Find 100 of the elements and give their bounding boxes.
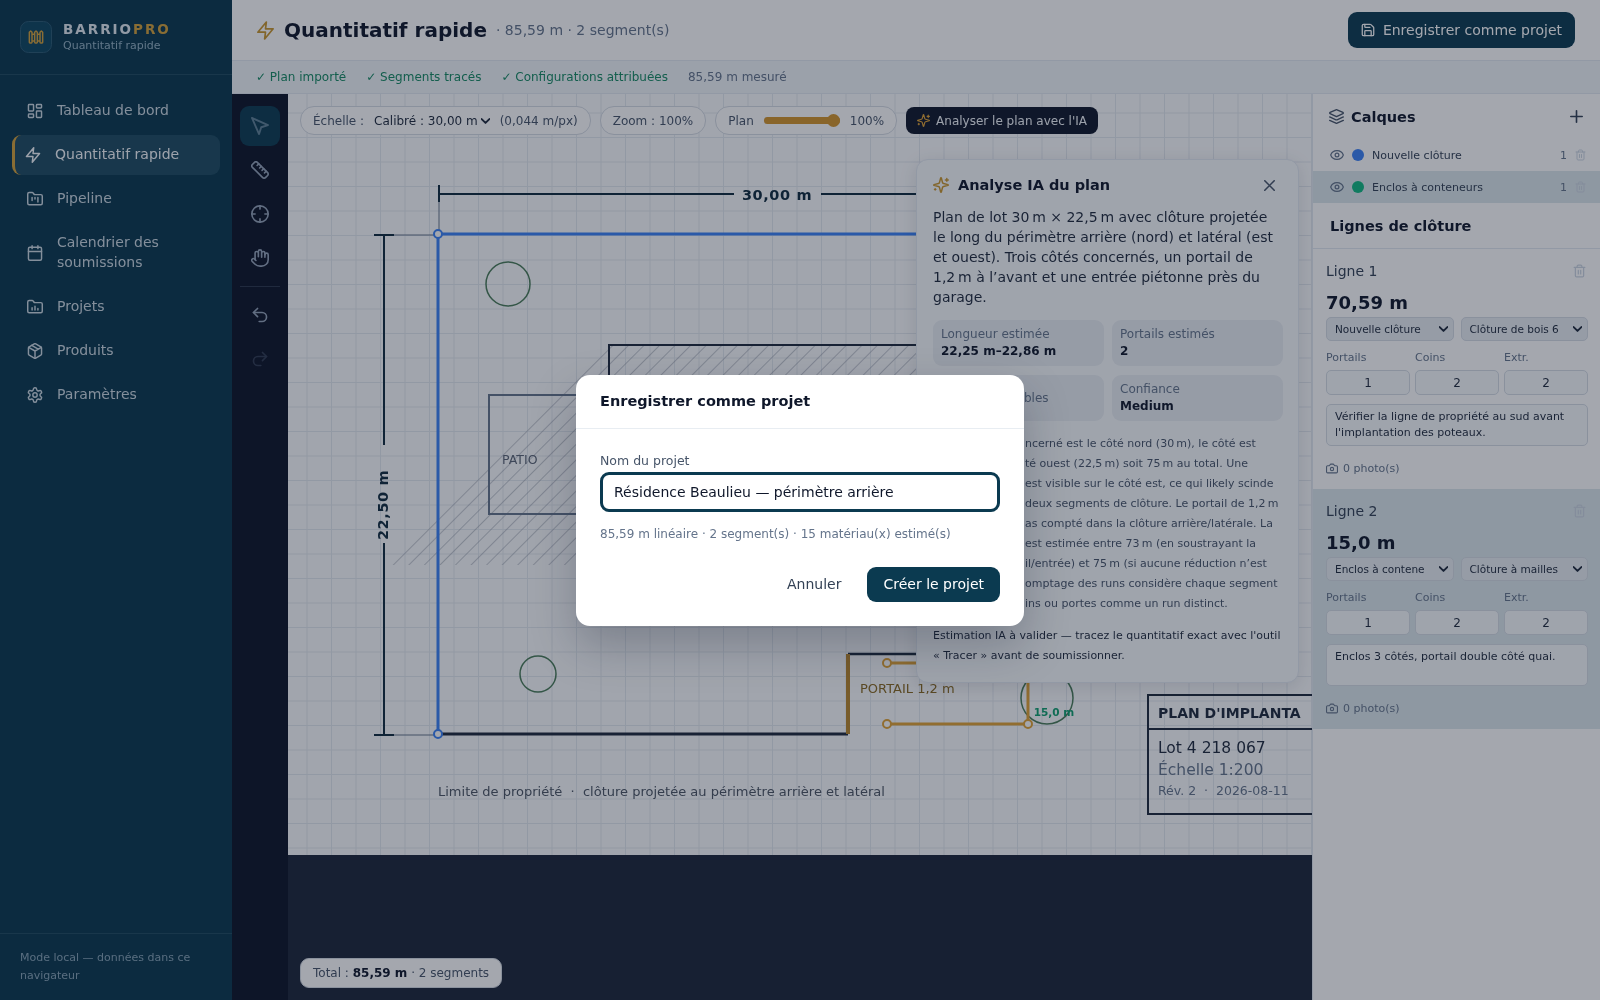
nav-item[interactable]: Paramètres	[12, 374, 220, 415]
plan-caption: Limite de propriété · clôture projetée au périmètre arrière et latéral	[438, 784, 885, 799]
layer-count: 1	[1560, 180, 1567, 194]
gear-icon	[27, 386, 43, 403]
chevron-down-icon	[1438, 566, 1448, 572]
field-label: Extr.	[1504, 590, 1530, 606]
stat-value: 2	[1120, 344, 1130, 359]
stat-label: Longueur estimée	[941, 327, 1051, 342]
vertex-handle[interactable]	[433, 729, 443, 739]
number-field[interactable]: 2	[1415, 370, 1499, 395]
photo-count: 0 photo(s)	[1343, 461, 1400, 475]
lightning-icon	[25, 147, 41, 163]
gate-label: PORTAIL 1,2 m	[860, 681, 955, 696]
close-icon[interactable]	[1264, 179, 1275, 191]
camera-icon	[1326, 462, 1338, 474]
number-field[interactable]: 2	[1504, 370, 1588, 395]
number-field[interactable]: 1	[1326, 370, 1410, 395]
product-select[interactable]: Clôture de bois 6	[1460, 317, 1588, 341]
eye-icon[interactable]	[1330, 150, 1344, 160]
create-project-button[interactable]: Créer le projet	[867, 566, 1000, 602]
slider-thumb[interactable]	[826, 114, 840, 127]
field-label: Coins	[1415, 350, 1447, 366]
trash-icon[interactable]	[1575, 149, 1586, 161]
layer-item[interactable]: Nouvelle clôture 1	[1313, 139, 1600, 171]
number-field[interactable]: 1	[1326, 610, 1410, 635]
tool-button[interactable]	[240, 106, 280, 146]
patio-label: PATIO	[502, 452, 538, 467]
line-title: Ligne 2	[1326, 503, 1378, 519]
field-label: Extr.	[1504, 350, 1530, 366]
fence-line-card[interactable]: Ligne 1 70,59 m Nouvelle clôture Clôture de bois 6 Portails Coins Extr. 1 2 2 Vérifier la ligne de propriété au sud avant l'implantation des poteaux. 0 photo(s)	[1313, 249, 1600, 489]
stat-label: bles	[1024, 390, 1050, 406]
field-label: Portails	[1326, 350, 1368, 366]
lot-number: Lot 4 218 067	[1158, 739, 1266, 757]
number-field[interactable]: 2	[1415, 610, 1499, 635]
analysis-summary: Plan de lot 30 m × 22,5 m avec clôture projetée le long du périmètre arrière (nord) et latéral (est et ouest). Trois côtés concernés, un portail de 1,2 m à l’avant et une entrée piétonne près du garage.	[933, 208, 1274, 307]
plan-scale: Échelle 1:200	[1158, 761, 1264, 779]
nav-item[interactable]: Tableau de bord	[12, 91, 220, 131]
analyze-plan-button[interactable]: Analyser le plan avec l'IA	[906, 107, 1098, 134]
nav-item[interactable]: Projets	[12, 286, 220, 327]
chevron-down-icon	[1438, 326, 1448, 332]
step-status: ✓ Configurations attribuées	[501, 70, 668, 84]
cancel-button[interactable]: Annuler	[771, 566, 858, 602]
sparkle-icon	[917, 114, 931, 127]
vertex-handle[interactable]	[1023, 719, 1033, 729]
layer-item[interactable]: Enclos à conteneurs 1	[1313, 171, 1600, 203]
note-field[interactable]: Vérifier la ligne de propriété au sud avant l'implantation des poteaux.	[1326, 404, 1588, 446]
dimension-label: 22,50 m	[375, 469, 391, 541]
redo-icon	[251, 350, 269, 368]
nav-item[interactable]: Produits	[12, 330, 220, 371]
fence-logo-icon	[20, 21, 52, 53]
step-status: 85,59 m mesuré	[688, 70, 787, 84]
fence-line-card[interactable]: Ligne 2 15,0 m Enclos à contene Clôture à mailles Portails Coins Extr. 1 2 2 Enclos 3 côtés, portail double côté quai. 0 photo(s)	[1313, 489, 1600, 729]
lightning-icon	[257, 20, 274, 40]
step-status: ✓ Segments tracés	[366, 70, 482, 84]
folder-icon	[27, 191, 43, 207]
pointer-icon	[251, 117, 269, 135]
vertex-handle[interactable]	[882, 719, 892, 729]
layer-select[interactable]: Enclos à contene	[1326, 557, 1454, 581]
page-title: Quantitatif rapide	[284, 17, 487, 43]
stat-value: Medium	[1120, 399, 1175, 414]
plus-icon[interactable]	[1570, 110, 1583, 123]
field-label: Portails	[1326, 590, 1368, 606]
analysis-disclaimer: Estimation IA à valider — tracez le quantitatif exact avec l'outil « Tracer » avant de soumissionner.	[933, 628, 1282, 664]
panel-title: Analyse IA du plan	[958, 177, 1111, 193]
scale-ratio: (0,044 m/px)	[499, 113, 578, 128]
nav-item[interactable]: Pipeline	[12, 179, 220, 219]
chevron-down-icon	[1573, 326, 1582, 332]
dialog-title: Enregistrer comme projet	[576, 374, 1024, 429]
field-label: Coins	[1415, 590, 1447, 606]
number-field[interactable]: 2	[1504, 610, 1588, 635]
project-name-field[interactable]: Résidence Beaulieu — périmètre arrière	[600, 471, 1000, 512]
nav-item[interactable]: Quantitatif rapide	[12, 135, 220, 175]
brand-subtitle: Quantitatif rapide	[63, 39, 162, 53]
line-title: Ligne 1	[1326, 263, 1378, 279]
product-select[interactable]: Clôture à mailles	[1460, 557, 1588, 581]
stat-label: Confiance	[1120, 382, 1181, 397]
sparkle-icon	[933, 177, 949, 193]
layer-select[interactable]: Nouvelle clôture	[1326, 317, 1454, 341]
total-summary: Total : 85,59 m · 2 segments	[300, 958, 503, 988]
ruler-icon	[251, 161, 269, 179]
layers-icon	[1329, 109, 1344, 124]
stat-label: Portails estimés	[1120, 327, 1216, 342]
plan-revision: Rév. 2 · 2026-08-11	[1158, 783, 1289, 798]
field-label: Nom du projet	[600, 451, 691, 470]
vertex-handle[interactable]	[433, 229, 443, 239]
zoom-indicator: Zoom : 100%	[599, 106, 707, 135]
page-summary: · 85,59 m · 2 segment(s)	[495, 22, 670, 38]
trash-icon[interactable]	[1573, 264, 1586, 278]
eye-icon[interactable]	[1330, 182, 1344, 192]
photo-count: 0 photo(s)	[1343, 701, 1400, 715]
scale-select[interactable]: Calibré : 30,00 m	[374, 113, 490, 128]
analysis-detail-text: ncerné est le côté nord (30 m), le côté est té ouest (22,5 m) soit 75 m au total. Une est visible sur le côté est, ce qui likely scinde deux segments de clôture. Le portail de 1,2 m as compté dans la clôture arrière/latérale. La est estimée entre 73 m (en soustrayant la il/entrée) et 75 m (si aucune réduction n’est omptage des runs considère chaque segment ins ou portes comme un run distinct.	[1025, 436, 1280, 612]
brand-name: BARRIO PRO	[63, 21, 171, 38]
save-project-button[interactable]: Enregistrer comme projet	[1347, 12, 1575, 48]
hand-icon	[251, 249, 269, 267]
opacity-reading: 100%	[849, 113, 885, 128]
note-field[interactable]: Enclos 3 côtés, portail double côté quai.	[1326, 644, 1588, 686]
chevron-down-icon	[480, 117, 490, 124]
vertex-handle[interactable]	[882, 658, 892, 668]
nav-item[interactable]: Calendrier des soumissions	[12, 223, 220, 283]
